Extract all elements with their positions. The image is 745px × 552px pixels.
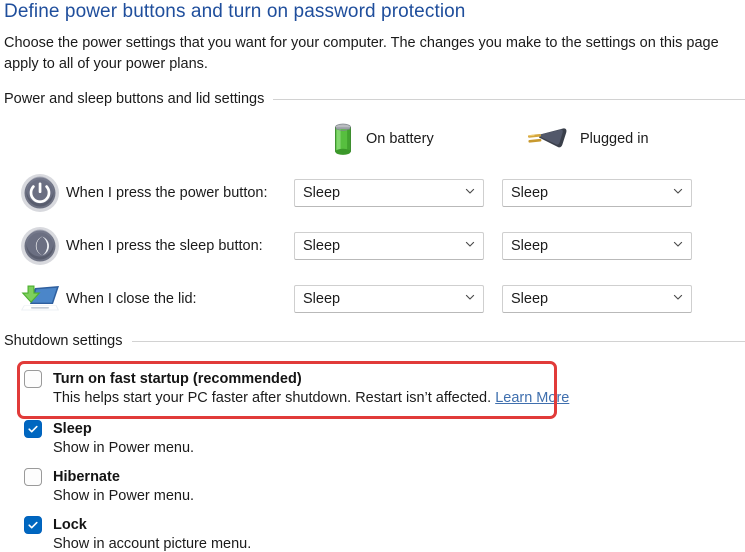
setting-row-sleep-button: When I press the sleep button: Sleep Sle… — [0, 224, 745, 268]
dropdown-close-lid-plugged-in[interactable]: Sleep — [502, 285, 692, 313]
power-button-icon — [18, 173, 62, 213]
laptop-lid-icon — [18, 282, 62, 316]
column-header-label: On battery — [366, 131, 434, 147]
dropdown-power-button-on-battery[interactable]: Sleep — [294, 179, 484, 207]
dropdown-value: Sleep — [303, 237, 341, 254]
dropdown-value: Sleep — [303, 290, 341, 307]
chevron-down-icon — [464, 185, 476, 201]
dropdown-close-lid-on-battery[interactable]: Sleep — [294, 285, 484, 313]
checkbox-hibernate[interactable] — [24, 468, 42, 486]
battery-icon — [332, 122, 354, 156]
setting-row-label: When I press the sleep button: — [66, 238, 263, 254]
checkbox-lock[interactable] — [24, 516, 42, 534]
chevron-down-icon — [672, 291, 684, 307]
checkbox-label: Hibernate — [53, 469, 120, 485]
checkbox-item-lock: Lock Show in account picture menu. — [0, 516, 745, 552]
section-label: Power and sleep buttons and lid settings — [4, 91, 265, 107]
checkbox-description: This helps start your PC faster after sh… — [53, 390, 745, 406]
chevron-down-icon — [672, 185, 684, 201]
section-label: Shutdown settings — [4, 333, 123, 349]
sleep-moon-icon — [18, 226, 62, 266]
checkbox-label: Sleep — [53, 421, 92, 437]
page-description: Choose the power settings that you want … — [4, 35, 719, 72]
setting-row-close-lid: When I close the lid: Sleep Sleep — [0, 277, 745, 321]
checkbox-row[interactable]: Hibernate — [0, 468, 745, 486]
setting-row-label: When I press the power button: — [66, 185, 268, 201]
checkbox-item-fast-startup: Turn on fast startup (recommended) This … — [0, 370, 745, 406]
setting-row-power-button: When I press the power button: Sleep Sle… — [0, 171, 745, 215]
section-divider — [273, 98, 745, 100]
chevron-down-icon — [464, 238, 476, 254]
column-header-plugged-in: Plugged in — [524, 122, 649, 156]
section-divider — [131, 340, 745, 342]
checkbox-label: Turn on fast startup (recommended) — [53, 371, 302, 387]
chevron-down-icon — [672, 238, 684, 254]
checkbox-row[interactable]: Sleep — [0, 420, 745, 438]
dropdown-sleep-button-plugged-in[interactable]: Sleep — [502, 232, 692, 260]
learn-more-link[interactable]: Learn More — [495, 390, 569, 406]
dropdown-value: Sleep — [303, 184, 341, 201]
checkbox-description: Show in Power menu. — [53, 440, 195, 456]
checkbox-row[interactable]: Lock — [0, 516, 745, 534]
section-header-power-and-sleep: Power and sleep buttons and lid settings — [0, 91, 745, 107]
column-header-on-battery: On battery — [332, 122, 434, 156]
description-text: This helps start your PC faster after sh… — [53, 390, 496, 406]
column-header-label: Plugged in — [580, 131, 649, 147]
dropdown-value: Sleep — [511, 184, 549, 201]
section-header-shutdown-settings: Shutdown settings — [0, 333, 745, 349]
dropdown-power-button-plugged-in[interactable]: Sleep — [502, 179, 692, 207]
dropdown-value: Sleep — [511, 237, 549, 254]
checkbox-description: Show in account picture menu. — [53, 536, 252, 552]
dropdown-value: Sleep — [511, 290, 549, 307]
dropdown-sleep-button-on-battery[interactable]: Sleep — [294, 232, 484, 260]
checkbox-fast-startup[interactable] — [24, 370, 42, 388]
checkbox-sleep[interactable] — [24, 420, 42, 438]
chevron-down-icon — [464, 291, 476, 307]
checkbox-item-hibernate: Hibernate Show in Power menu. — [0, 468, 745, 504]
checkbox-label: Lock — [53, 517, 87, 533]
checkbox-description: Show in Power menu. — [53, 488, 195, 504]
checkbox-row[interactable]: Turn on fast startup (recommended) — [0, 370, 745, 388]
power-plug-icon — [524, 125, 568, 153]
checkbox-item-sleep: Sleep Show in Power menu. — [0, 420, 745, 456]
setting-row-label: When I close the lid: — [66, 291, 197, 307]
page-title: Define power buttons and turn on passwor… — [4, 1, 466, 22]
